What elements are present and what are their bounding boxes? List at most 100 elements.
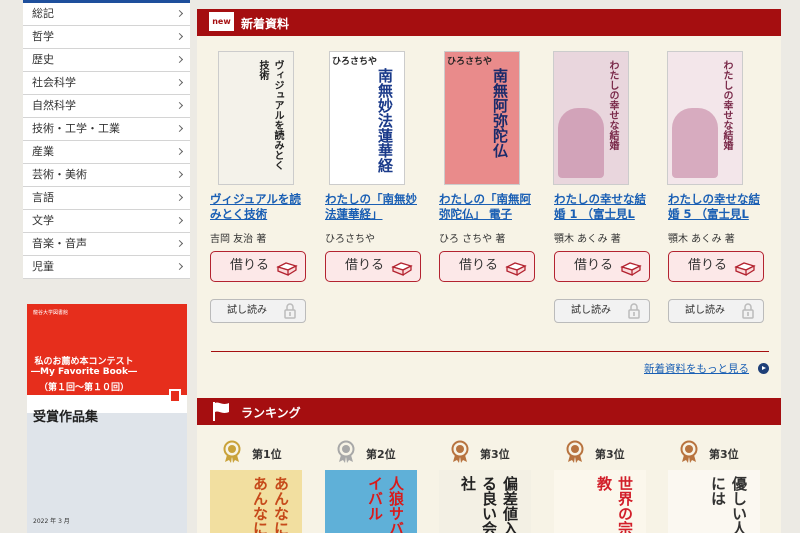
book-author: 顎木 あくみ 著 bbox=[668, 234, 735, 245]
book-cover[interactable]: ひろさちや 南無阿弥陀仏 bbox=[444, 51, 520, 185]
category-sidebar: 総記哲学歴史社会科学自然科学技術・工学・工業産業芸術・美術言語文学音楽・音声児童 bbox=[23, 0, 190, 279]
sidebar-item-category[interactable]: 音楽・音声 bbox=[23, 233, 190, 256]
banner-line2: ―My Favorite Book― bbox=[31, 367, 137, 377]
borrow-button[interactable]: 借りる bbox=[439, 251, 535, 282]
sidebar-item-label: 音楽・音声 bbox=[32, 237, 87, 250]
borrow-label: 借りる bbox=[345, 258, 385, 273]
borrow-label: 借りる bbox=[459, 258, 499, 273]
lock-icon bbox=[627, 303, 641, 328]
borrow-button[interactable]: 借りる bbox=[668, 251, 764, 282]
medal-bronze-icon bbox=[679, 440, 699, 468]
banner-line1: 私のお薦め本コンテスト bbox=[34, 357, 134, 367]
ranking-book-cover[interactable]: 優しい人には bbox=[668, 470, 760, 533]
sidebar-item-category[interactable]: 自然科学 bbox=[23, 95, 190, 118]
sidebar-item-category[interactable]: 芸術・美術 bbox=[23, 164, 190, 187]
chevron-right-icon bbox=[175, 262, 184, 271]
more-new-arrivals-link[interactable]: 新着資料をもっと見る bbox=[644, 361, 749, 376]
chevron-right-icon bbox=[175, 101, 184, 110]
new-arrivals-title: 新着資料 bbox=[241, 17, 290, 31]
ranking-cover-title: 偏差値入る良い会社 bbox=[459, 476, 519, 533]
book-title-link[interactable]: わたしの幸せな結婚 5 （富士見L bbox=[668, 192, 764, 222]
lock-icon bbox=[283, 303, 297, 328]
cover-title: ヴィジュアルを読みとく技術 bbox=[257, 60, 283, 170]
sidebar-item-label: 言語 bbox=[32, 191, 54, 204]
chevron-right-icon bbox=[175, 193, 184, 202]
book-author: ひろ さちや 著 bbox=[439, 234, 506, 245]
rank-label: 第2位 bbox=[366, 448, 396, 461]
chevron-right-icon bbox=[175, 216, 184, 225]
sidebar-item-category[interactable]: 文学 bbox=[23, 210, 190, 233]
try-read-button[interactable]: 試し読み bbox=[210, 299, 306, 323]
book-cover[interactable]: わたしの幸せな結婚 bbox=[667, 51, 743, 185]
sidebar-item-category[interactable]: 社会科学 bbox=[23, 72, 190, 95]
book-title-link[interactable]: わたしの幸せな結婚 1 （富士見L bbox=[554, 192, 650, 222]
sidebar-item-category[interactable]: 児童 bbox=[23, 256, 190, 279]
book-cover[interactable]: ヴィジュアルを読みとく技術 bbox=[218, 51, 294, 185]
ranking-cover-title: 優しい人には bbox=[709, 476, 748, 533]
category-list: 総記哲学歴史社会科学自然科学技術・工学・工業産業芸術・美術言語文学音楽・音声児童 bbox=[23, 0, 190, 279]
library-logo-icon bbox=[169, 389, 181, 403]
sidebar-item-label: 技術・工学・工業 bbox=[32, 122, 120, 135]
book-author: ひろさちや bbox=[325, 234, 375, 245]
ranking-book-cover[interactable]: 人狼サバイバル bbox=[325, 470, 417, 533]
banner-library-name: 龍谷大学図書館 bbox=[33, 310, 69, 316]
sidebar-item-category[interactable]: 言語 bbox=[23, 187, 190, 210]
borrow-label: 借りる bbox=[688, 258, 728, 273]
sidebar-item-category[interactable]: 産業 bbox=[23, 141, 190, 164]
chevron-right-icon bbox=[175, 239, 184, 248]
chevron-right-icon bbox=[175, 32, 184, 41]
borrow-button[interactable]: 借りる bbox=[554, 251, 650, 282]
ranking-cover-title: 世界の宗教 bbox=[595, 476, 634, 533]
book-author: 顎木 あくみ 著 bbox=[554, 234, 621, 245]
chevron-right-icon bbox=[175, 55, 184, 64]
flag-icon bbox=[213, 402, 229, 421]
try-read-label: 試し読み bbox=[685, 305, 725, 316]
ranking-book-cover[interactable]: 偏差値入る良い会社 bbox=[439, 470, 531, 533]
sidebar-item-category[interactable]: 技術・工学・工業 bbox=[23, 118, 190, 141]
cover-title: 南無阿弥陀仏 bbox=[491, 68, 509, 158]
sidebar-item-label: 自然科学 bbox=[32, 99, 76, 112]
rank-label: 第1位 bbox=[252, 448, 282, 461]
chevron-right-icon bbox=[175, 78, 184, 87]
sidebar-item-label: 芸術・美術 bbox=[32, 168, 87, 181]
chevron-right-icon bbox=[175, 124, 184, 133]
banner-date: 2022 年 3 月 bbox=[33, 518, 70, 525]
sidebar-item-label: 文学 bbox=[32, 214, 54, 227]
sidebar-item-label: 児童 bbox=[32, 260, 54, 273]
sidebar-item-category[interactable]: 哲学 bbox=[23, 26, 190, 49]
chevron-right-icon bbox=[175, 9, 184, 18]
borrow-button[interactable]: 借りる bbox=[325, 251, 421, 282]
borrow-button[interactable]: 借りる bbox=[210, 251, 306, 282]
banner-line3: （第１回～第１０回） bbox=[38, 383, 129, 393]
try-read-button[interactable]: 試し読み bbox=[554, 299, 650, 323]
book-title-link[interactable]: わたしの「南無妙法蓮華経」 bbox=[325, 192, 421, 222]
sidebar-item-label: 哲学 bbox=[32, 30, 54, 43]
arrow-right-icon[interactable] bbox=[758, 363, 769, 374]
book-cover[interactable]: わたしの幸せな結婚 bbox=[553, 51, 629, 185]
cover-title: 南無妙法蓮華経 bbox=[376, 68, 394, 173]
sidebar-item-category[interactable]: 総記 bbox=[23, 3, 190, 26]
cover-author: ひろさちや bbox=[332, 57, 378, 67]
chevron-right-icon bbox=[175, 147, 184, 156]
book-title-link[interactable]: ヴィジュアルを読みとく技術 bbox=[210, 192, 306, 222]
sidebar-item-label: 社会科学 bbox=[32, 76, 76, 89]
cover-illustration bbox=[672, 108, 718, 178]
ranking-header: ランキング bbox=[197, 398, 781, 425]
banner-top: 龍谷大学図書館 私のお薦め本コンテスト ―My Favorite Book― （… bbox=[27, 304, 187, 395]
cover-illustration bbox=[558, 108, 604, 178]
section-divider bbox=[211, 351, 769, 352]
ranking-book-cover[interactable]: あんなにあんなに bbox=[210, 470, 302, 533]
ranking-book-cover[interactable]: 世界の宗教 bbox=[554, 470, 646, 533]
book-title-link[interactable]: わたしの「南無阿弥陀仏」 電子 bbox=[439, 192, 535, 222]
rank-label: 第3位 bbox=[709, 448, 739, 461]
sidebar-item-category[interactable]: 歴史 bbox=[23, 49, 190, 72]
contest-banner[interactable]: 龍谷大学図書館 私のお薦め本コンテスト ―My Favorite Book― （… bbox=[27, 304, 187, 533]
borrow-label: 借りる bbox=[230, 258, 270, 273]
ranking-title: ランキング bbox=[241, 406, 301, 420]
try-read-button[interactable]: 試し読み bbox=[668, 299, 764, 323]
sidebar-item-label: 歴史 bbox=[32, 53, 54, 66]
new-arrivals-header: new 新着資料 bbox=[197, 9, 781, 36]
borrow-label: 借りる bbox=[574, 258, 614, 273]
book-cover[interactable]: ひろさちや 南無妙法蓮華経 bbox=[329, 51, 405, 185]
lock-icon bbox=[741, 303, 755, 328]
